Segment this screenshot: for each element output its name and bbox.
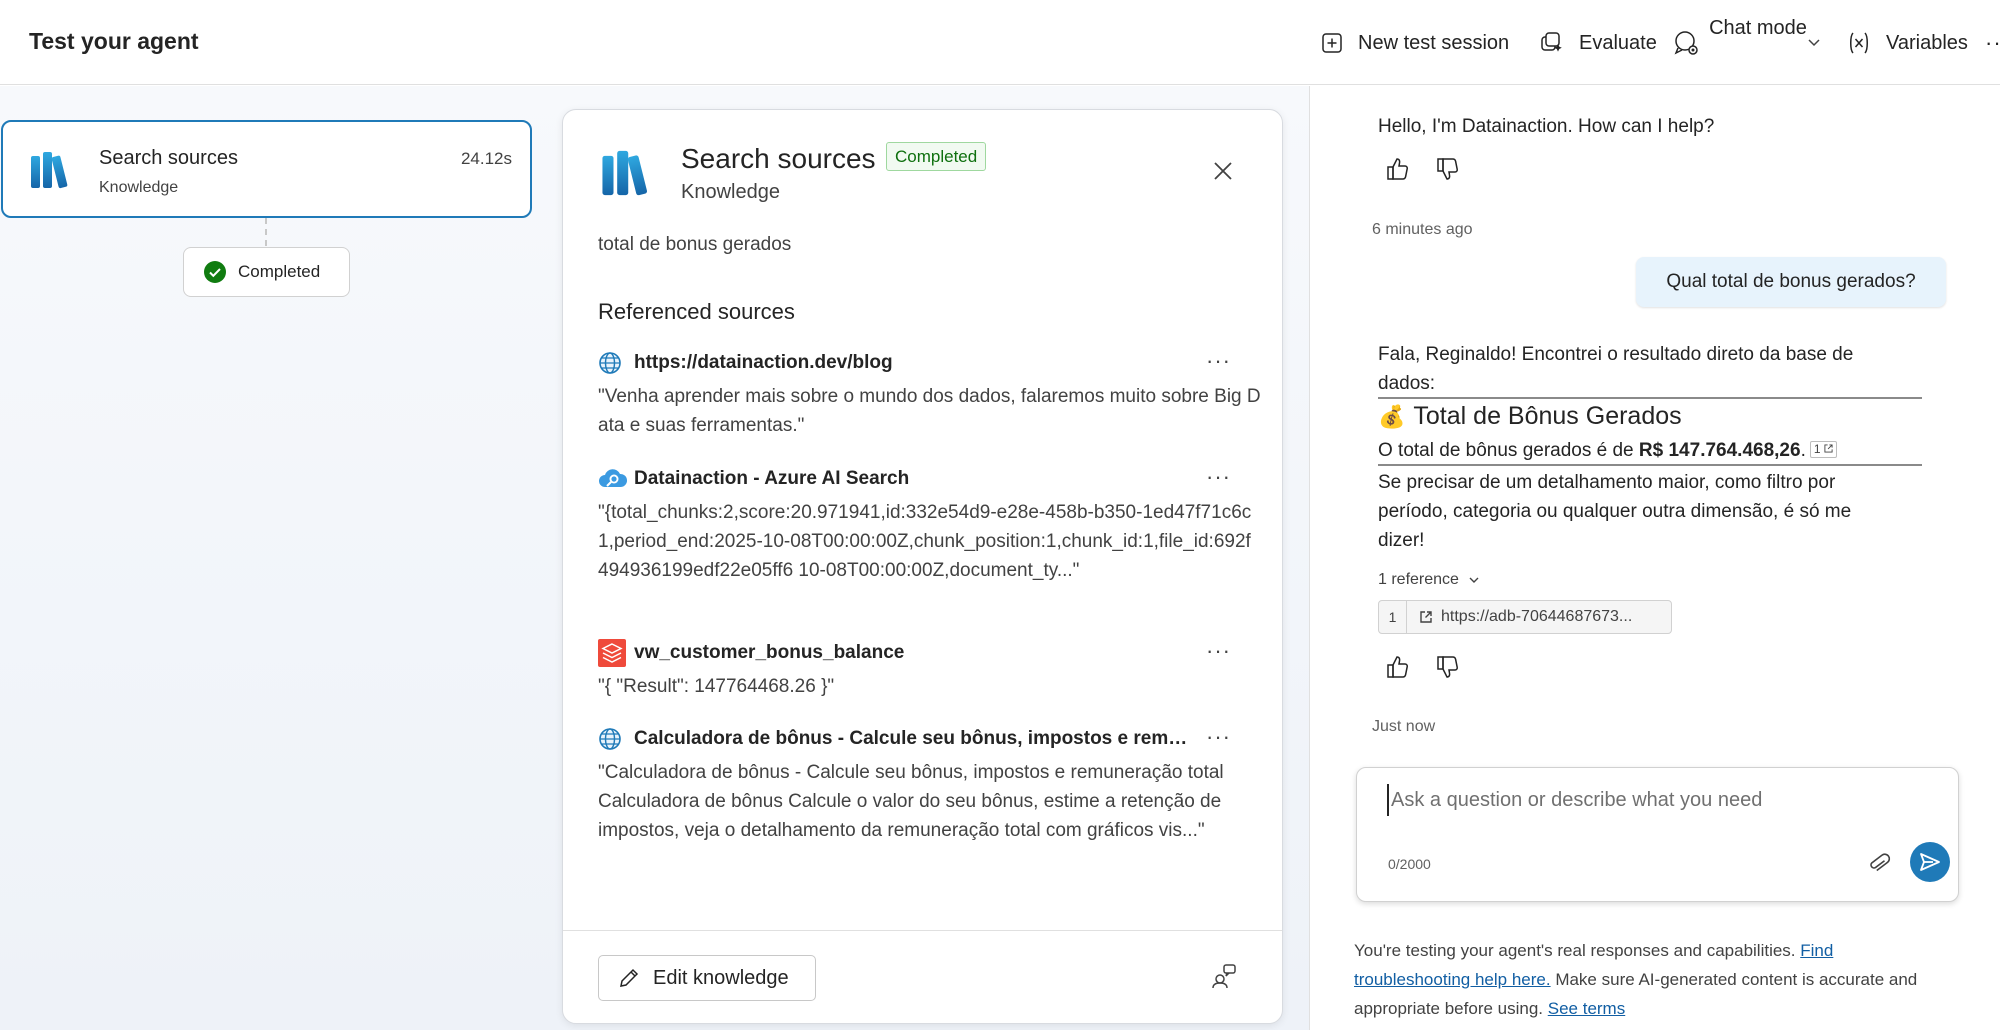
- chevron-down-icon[interactable]: [1806, 34, 1822, 50]
- completed-status-pill: Completed: [183, 247, 350, 297]
- pencil-icon: [620, 968, 639, 987]
- divider: [1378, 397, 1922, 399]
- response-total-line: O total de bônus gerados é de R$ 147.764…: [1378, 436, 1837, 465]
- send-icon: [1920, 853, 1940, 871]
- greeting-timestamp: 6 minutes ago: [1372, 221, 1473, 238]
- source-more-options[interactable]: ···: [1206, 464, 1231, 490]
- globe-icon: [599, 352, 621, 374]
- response-followup: Se precisar de um detalhamento maior, co…: [1378, 472, 1852, 551]
- response-intro: Fala, Reginaldo! Encontrei o resultado d…: [1378, 344, 1854, 394]
- source-more-options[interactable]: ···: [1206, 638, 1231, 664]
- chat-panel: Hello, I'm Datainaction. How can I help?…: [1309, 86, 2000, 1030]
- source-detail-panel: Search sources Completed Knowledge total…: [562, 109, 1283, 1024]
- citation-marker[interactable]: 1: [1809, 441, 1837, 458]
- divider: [1378, 464, 1922, 466]
- evaluate-icon: [1541, 32, 1562, 52]
- thumbs-up-icon[interactable]: [1386, 654, 1410, 680]
- source-title[interactable]: https://datainaction.dev/blog: [634, 352, 893, 374]
- search-query-text: total de bonus gerados: [598, 234, 792, 255]
- response-feedback: [1386, 654, 1460, 680]
- azure-search-icon: [599, 469, 628, 487]
- external-link-icon: [1420, 611, 1432, 623]
- response-timestamp: Just now: [1372, 718, 1436, 735]
- person-feedback-icon[interactable]: [1211, 963, 1237, 989]
- knowledge-books-icon: [602, 150, 648, 196]
- source-excerpt: "Calculadora de bônus - Calcule seu bônu…: [598, 762, 1224, 841]
- see-terms-link[interactable]: See terms: [1548, 999, 1625, 1018]
- source-title[interactable]: Datainaction - Azure AI Search: [634, 468, 909, 490]
- new-test-session-label: New test session: [1358, 31, 1510, 54]
- source-title[interactable]: Calculadora de bônus - Calcule seu bônus…: [634, 728, 1194, 750]
- thumbs-up-icon[interactable]: [1386, 156, 1410, 182]
- source-more-options[interactable]: ···: [1206, 348, 1231, 374]
- step-connector: [265, 218, 267, 246]
- page-title: Test your agent: [29, 28, 199, 54]
- step-title: Search sources: [99, 147, 238, 169]
- user-message-bubble: Qual total de bonus gerados?: [1636, 257, 1946, 307]
- header-bar: Test your agent New test session Evaluat…: [0, 0, 2000, 85]
- source-excerpt: "{ "Result": 147764468.26 }": [598, 676, 835, 697]
- edit-knowledge-button[interactable]: Edit knowledge: [598, 955, 816, 1001]
- chat-input[interactable]: [1387, 784, 1927, 816]
- chat-bot-icon: [1674, 31, 1698, 55]
- database-icon: [598, 639, 626, 667]
- knowledge-books-icon: [31, 152, 68, 189]
- source-item: https://datainaction.dev/blog ··· "Venha…: [598, 348, 1268, 440]
- add-square-icon: [1322, 33, 1342, 53]
- reference-chip[interactable]: 1 https://adb-70644687673...: [1378, 600, 1672, 634]
- variable-icon: [1850, 32, 1868, 54]
- source-excerpt: "Venha aprender mais sobre o mundo dos d…: [598, 386, 1261, 436]
- variables-label: Variables: [1886, 31, 1968, 54]
- reference-url: https://adb-70644687673...: [1441, 608, 1633, 625]
- response-total-prefix: O total de bônus gerados é de: [1378, 440, 1639, 461]
- chat-mode-dropdown[interactable]: Chat mode: [1708, 14, 1808, 43]
- detail-title: Search sources: [681, 143, 876, 174]
- thumbs-down-icon[interactable]: [1436, 156, 1460, 182]
- paperclip-icon[interactable]: [1867, 851, 1891, 877]
- source-item: Datainaction - Azure AI Search ··· "{tot…: [598, 464, 1268, 585]
- references-toggle[interactable]: 1 reference: [1378, 571, 1481, 589]
- money-bag-icon: 💰: [1378, 403, 1406, 429]
- activity-map: Search sources Knowledge 24.12s Complete…: [0, 86, 1309, 1030]
- new-test-session-button[interactable]: New test session: [1320, 24, 1509, 62]
- reference-number: 1: [1379, 600, 1407, 634]
- response-heading-text: Total de Bônus Gerados: [1413, 402, 1682, 430]
- close-icon[interactable]: [1212, 160, 1234, 182]
- step-subtitle: Knowledge: [99, 179, 179, 196]
- references-toggle-label: 1 reference: [1378, 571, 1459, 588]
- character-counter: 0/2000: [1388, 856, 1431, 872]
- bot-greeting: Hello, I'm Datainaction. How can I help?: [1378, 116, 1715, 137]
- variables-button[interactable]: Variables: [1846, 24, 1968, 62]
- response-amount: R$ 147.764.468,26: [1638, 440, 1801, 461]
- external-link-icon: [1824, 444, 1833, 453]
- greeting-feedback: [1386, 156, 1460, 182]
- testing-disclaimer: You're testing your agent's real respons…: [1354, 936, 1954, 1023]
- send-button[interactable]: [1910, 842, 1950, 882]
- completed-badge: Completed: [886, 142, 987, 171]
- source-item: vw_customer_bonus_balance ··· "{ "Result…: [598, 638, 1268, 701]
- step-card-search-sources[interactable]: Search sources Knowledge 24.12s: [1, 120, 532, 218]
- thumbs-down-icon[interactable]: [1436, 654, 1460, 680]
- check-circle-icon: [204, 261, 226, 283]
- disclaimer-prefix: You're testing your agent's real respons…: [1354, 941, 1801, 960]
- evaluate-label: Evaluate: [1579, 31, 1657, 54]
- source-title[interactable]: vw_customer_bonus_balance: [634, 642, 904, 664]
- completed-label: Completed: [238, 262, 321, 281]
- referenced-sources-heading: Referenced sources: [598, 299, 795, 324]
- detail-footer: Edit knowledge: [563, 930, 1282, 1023]
- response-total-suffix: .: [1800, 440, 1806, 461]
- chat-composer: 0/2000: [1356, 767, 1959, 902]
- response-heading: 💰 Total de Bônus Gerados: [1378, 402, 1682, 431]
- edit-knowledge-label: Edit knowledge: [653, 966, 789, 989]
- source-more-options[interactable]: ···: [1206, 724, 1231, 750]
- step-duration: 24.12s: [460, 149, 512, 168]
- evaluate-button[interactable]: Evaluate: [1539, 24, 1657, 62]
- more-options-icon[interactable]: ···: [1985, 30, 2000, 56]
- detail-subtitle: Knowledge: [681, 181, 780, 203]
- chevron-down-icon: [1469, 577, 1479, 583]
- citation-number: 1: [1813, 442, 1821, 456]
- source-item: Calculadora de bônus - Calcule seu bônus…: [598, 724, 1268, 845]
- globe-icon: [599, 728, 621, 750]
- source-excerpt: "{total_chunks:2,score:20.971941,id:332e…: [598, 502, 1252, 581]
